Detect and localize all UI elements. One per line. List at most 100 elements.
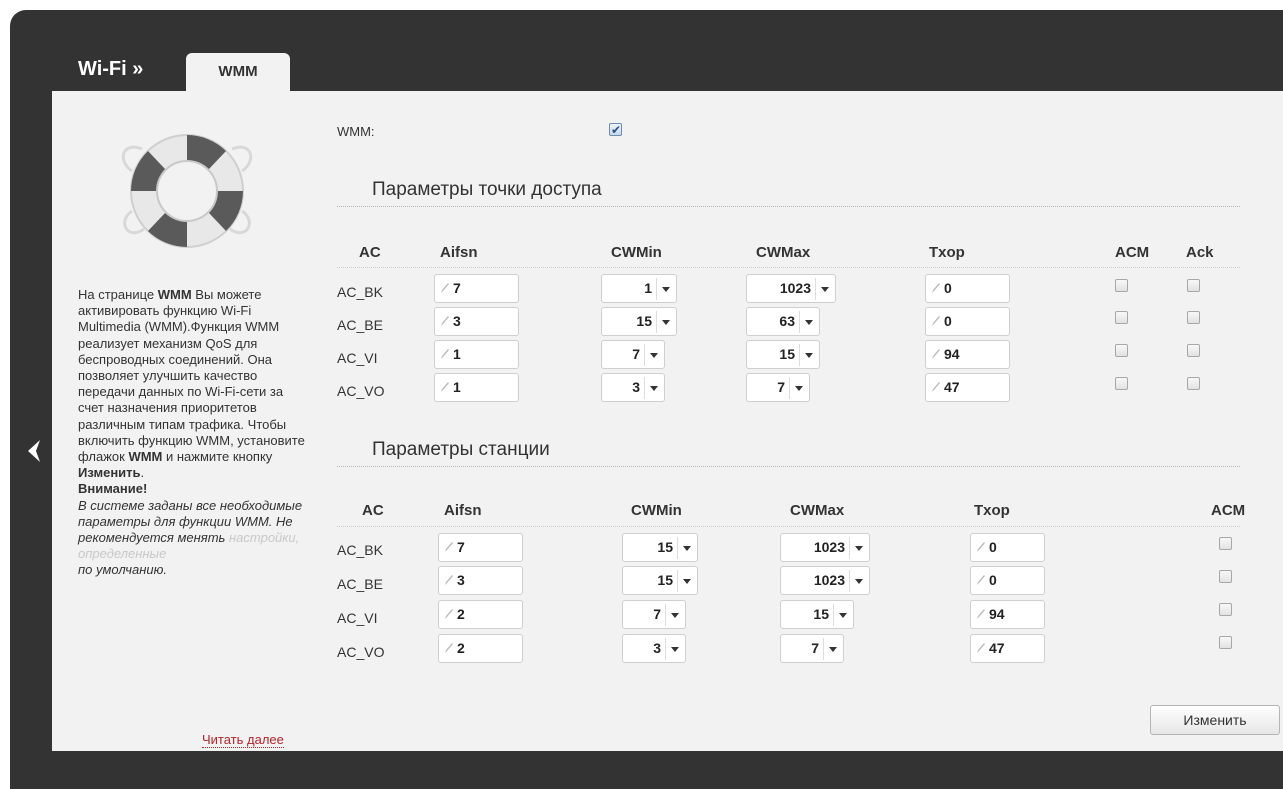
pencil-icon	[977, 643, 985, 653]
ap-header-txop: Txop	[929, 244, 965, 261]
chevron-down-icon	[656, 278, 673, 300]
pencil-icon	[441, 283, 449, 293]
txop-input[interactable]: 94	[970, 600, 1045, 629]
pencil-icon	[977, 542, 985, 552]
cwmin-select[interactable]: 15	[622, 566, 698, 595]
chevron-down-icon	[823, 638, 840, 660]
divider	[337, 526, 1240, 527]
chevron-down-icon	[799, 344, 816, 366]
apply-button[interactable]: Изменить	[1150, 705, 1280, 735]
txop-input[interactable]: 0	[925, 307, 1010, 336]
aifsn-input[interactable]: 2	[438, 600, 523, 629]
ap-header-cwmin: CWMin	[611, 244, 662, 261]
ap-section-title: Параметры точки доступа	[372, 179, 602, 200]
pencil-icon	[977, 609, 985, 619]
acm-checkbox[interactable]	[1115, 279, 1128, 292]
aifsn-input[interactable]: 3	[438, 566, 523, 595]
aifsn-input[interactable]: 1	[434, 373, 519, 402]
cwmin-select[interactable]: 7	[601, 340, 665, 369]
txop-input[interactable]: 47	[970, 634, 1045, 663]
txop-input[interactable]: 94	[925, 340, 1010, 369]
chevron-down-icon	[677, 537, 694, 559]
chevron-down-icon	[833, 604, 850, 626]
txop-input[interactable]: 0	[925, 274, 1010, 303]
acm-checkbox[interactable]	[1219, 537, 1232, 550]
chevron-down-icon	[644, 377, 661, 399]
cwmax-select[interactable]: 1023	[780, 533, 870, 562]
ack-checkbox[interactable]	[1187, 311, 1200, 324]
acm-checkbox[interactable]	[1115, 377, 1128, 390]
acm-checkbox[interactable]	[1219, 603, 1232, 616]
chevron-down-icon	[849, 537, 866, 559]
pencil-icon	[445, 643, 453, 653]
pencil-icon	[932, 349, 940, 359]
ack-checkbox[interactable]	[1187, 344, 1200, 357]
chevron-down-icon	[799, 311, 816, 333]
tab-wmm[interactable]: WMM	[186, 53, 290, 91]
back-arrow-icon[interactable]	[24, 436, 44, 466]
sta-header-cwmax: CWMax	[790, 502, 845, 519]
pencil-icon	[441, 316, 449, 326]
cwmin-select[interactable]: 15	[622, 533, 698, 562]
ac-label: AC_VO	[337, 644, 385, 660]
pencil-icon	[445, 542, 453, 552]
chevron-down-icon	[789, 377, 806, 399]
acm-checkbox[interactable]	[1115, 344, 1128, 357]
aifsn-input[interactable]: 7	[434, 274, 519, 303]
help-text: На странице WMM Вы можете активировать ф…	[78, 287, 305, 578]
sta-header-cwmin: CWMin	[631, 502, 682, 519]
aifsn-input[interactable]: 2	[438, 634, 523, 663]
pencil-icon	[445, 575, 453, 585]
sta-header-aifsn: Aifsn	[444, 502, 482, 519]
pencil-icon	[441, 382, 449, 392]
wmm-checkbox[interactable]: ✔	[609, 123, 622, 136]
pencil-icon	[932, 316, 940, 326]
cwmin-select[interactable]: 7	[622, 600, 686, 629]
chevron-down-icon	[665, 638, 682, 660]
txop-input[interactable]: 47	[925, 373, 1010, 402]
ac-label: AC_BK	[337, 542, 383, 558]
ap-header-cwmax: CWMax	[756, 244, 811, 261]
main-panel: На странице WMM Вы можете активировать ф…	[52, 91, 1283, 751]
sta-header-txop: Txop	[974, 502, 1010, 519]
ac-label: AC_BK	[337, 284, 383, 300]
divider	[337, 206, 1240, 207]
cwmax-select[interactable]: 7	[746, 373, 810, 402]
cwmax-select[interactable]: 1023	[746, 274, 836, 303]
cwmin-select[interactable]: 3	[601, 373, 665, 402]
txop-input[interactable]: 0	[970, 566, 1045, 595]
lifebuoy-icon	[121, 134, 253, 248]
aifsn-input[interactable]: 1	[434, 340, 519, 369]
chevron-down-icon	[677, 570, 694, 592]
acm-checkbox[interactable]	[1219, 636, 1232, 649]
cwmax-select[interactable]: 63	[746, 307, 820, 336]
cwmin-select[interactable]: 15	[601, 307, 677, 336]
divider	[337, 267, 1240, 268]
pencil-icon	[977, 575, 985, 585]
acm-checkbox[interactable]	[1115, 311, 1128, 324]
ap-header-ack: Ack	[1186, 244, 1214, 261]
help-sidebar: На странице WMM Вы можете активировать ф…	[52, 91, 308, 751]
ack-checkbox[interactable]	[1187, 279, 1200, 292]
cwmax-select[interactable]: 15	[780, 600, 854, 629]
cwmin-select[interactable]: 3	[622, 634, 686, 663]
chevron-down-icon	[665, 604, 682, 626]
cwmin-select[interactable]: 1	[601, 274, 677, 303]
ac-label: AC_VI	[337, 610, 378, 626]
ack-checkbox[interactable]	[1187, 377, 1200, 390]
ac-label: AC_BE	[337, 576, 383, 592]
acm-checkbox[interactable]	[1219, 570, 1232, 583]
sta-header-acm: ACM	[1211, 502, 1246, 519]
aifsn-input[interactable]: 7	[438, 533, 523, 562]
content-area: WMM: ✔ Параметры точки доступа AC Aifsn …	[337, 91, 1283, 751]
cwmax-select[interactable]: 7	[780, 634, 844, 663]
read-more-link[interactable]: Читать далее	[202, 732, 284, 748]
cwmax-select[interactable]: 1023	[780, 566, 870, 595]
pencil-icon	[441, 349, 449, 359]
sta-section-title: Параметры станции	[372, 439, 550, 460]
cwmax-select[interactable]: 15	[746, 340, 820, 369]
txop-input[interactable]: 0	[970, 533, 1045, 562]
aifsn-input[interactable]: 3	[434, 307, 519, 336]
breadcrumb-wifi[interactable]: Wi-Fi »	[78, 58, 143, 81]
pencil-icon	[932, 283, 940, 293]
